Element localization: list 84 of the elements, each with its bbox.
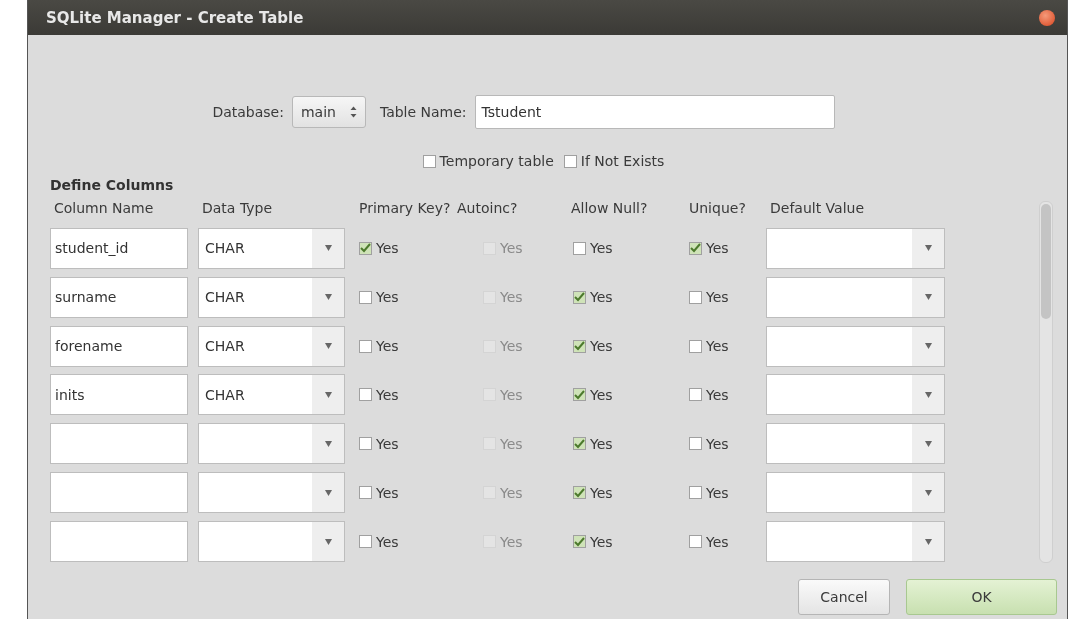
default-value-select[interactable] — [766, 423, 945, 465]
caret-icon — [924, 391, 932, 398]
caret-icon — [324, 245, 332, 252]
scrollbar[interactable] — [1039, 201, 1053, 563]
caret-icon — [324, 489, 332, 496]
column-header: Default Value — [769, 199, 866, 216]
data-type-select[interactable] — [198, 521, 345, 563]
checkbox[interactable]: Temporary table — [422, 153, 554, 169]
check-icon — [690, 243, 701, 254]
default-value-select[interactable] — [766, 472, 945, 514]
column-name-field[interactable]: surname — [50, 276, 188, 318]
default-value-select[interactable] — [766, 374, 945, 416]
caret-icon — [924, 343, 932, 350]
check-icon — [574, 438, 585, 449]
column-name-field[interactable]: student_id — [50, 227, 188, 269]
check-icon — [574, 487, 585, 498]
data-type-select[interactable]: CHAR — [198, 276, 345, 318]
column-header: Primary Key? — [358, 199, 452, 216]
table-name-label: Table Name: — [379, 104, 467, 120]
checkbox[interactable]: Yes — [573, 484, 685, 501]
checkbox[interactable]: Yes — [573, 338, 685, 355]
cancel-button[interactable]: Cancel — [798, 579, 890, 615]
column-header: Column Name — [53, 199, 155, 216]
data-type-select[interactable]: CHAR — [198, 374, 345, 416]
check-icon — [360, 243, 371, 254]
column-header: Allow Null? — [570, 199, 649, 216]
window-title: SQLite Manager - Create Table — [46, 8, 304, 27]
column-name-field[interactable]: inits — [50, 374, 188, 416]
ok-button[interactable]: OK — [906, 579, 1057, 615]
caret-icon — [924, 489, 932, 496]
checkbox[interactable]: Yes — [359, 484, 453, 501]
default-value-select[interactable] — [766, 227, 945, 269]
column-header: Unique? — [688, 199, 747, 216]
caret-icon — [924, 440, 932, 447]
checkbox[interactable]: If Not Exists — [563, 153, 665, 169]
caret-icon — [924, 245, 932, 252]
check-icon — [574, 341, 585, 352]
column-name-field[interactable] — [50, 521, 188, 563]
default-value-select[interactable] — [766, 521, 945, 563]
check-icon — [574, 292, 585, 303]
check-icon — [574, 536, 585, 547]
default-value-select[interactable] — [766, 325, 945, 367]
checkbox[interactable]: Yes — [359, 386, 453, 403]
database-label: Database: — [212, 104, 284, 120]
checkbox[interactable]: Yes — [359, 289, 453, 306]
caret-icon — [324, 294, 332, 301]
data-type-select[interactable]: CHAR — [198, 227, 345, 269]
checkbox[interactable]: Yes — [573, 289, 685, 306]
caret-icon — [324, 391, 332, 398]
data-type-select[interactable]: CHAR — [198, 325, 345, 367]
section-title: Define Columns — [50, 177, 175, 193]
close-button[interactable] — [1039, 9, 1055, 26]
column-name-field[interactable] — [50, 423, 188, 465]
default-value-select[interactable] — [766, 276, 945, 318]
checkbox[interactable]: Yes — [573, 386, 685, 403]
checkbox[interactable]: Yes — [359, 338, 453, 355]
data-type-select[interactable] — [198, 423, 345, 465]
column-header: Autoinc? — [456, 199, 519, 216]
caret-icon — [349, 106, 357, 118]
caret-icon — [924, 294, 932, 301]
checkbox[interactable]: Yes — [689, 533, 766, 550]
checkbox[interactable]: Yes — [689, 386, 766, 403]
checkbox[interactable]: Yes — [359, 435, 453, 452]
column-header: Data Type — [201, 199, 274, 216]
checkbox[interactable]: Yes — [573, 533, 685, 550]
caret-icon — [924, 538, 932, 545]
checkbox[interactable]: Yes — [573, 240, 685, 257]
column-name-field[interactable]: forename — [50, 325, 188, 367]
caret-icon — [324, 343, 332, 350]
checkbox[interactable]: Yes — [689, 338, 766, 355]
checkbox[interactable]: Yes — [689, 289, 766, 306]
checkbox[interactable]: Yes — [359, 240, 453, 257]
data-type-select[interactable] — [198, 472, 345, 514]
caret-icon — [324, 538, 332, 545]
check-icon — [574, 389, 585, 400]
checkbox[interactable]: Yes — [689, 240, 766, 257]
table-name-field[interactable]: Tstudent — [474, 95, 835, 129]
checkbox[interactable]: Yes — [359, 533, 453, 550]
database-select[interactable]: main — [291, 96, 366, 128]
caret-icon — [324, 440, 332, 447]
checkbox[interactable]: Yes — [573, 435, 685, 452]
checkbox[interactable]: Yes — [689, 435, 766, 452]
column-name-field[interactable] — [50, 472, 188, 514]
checkbox[interactable]: Yes — [689, 484, 766, 501]
